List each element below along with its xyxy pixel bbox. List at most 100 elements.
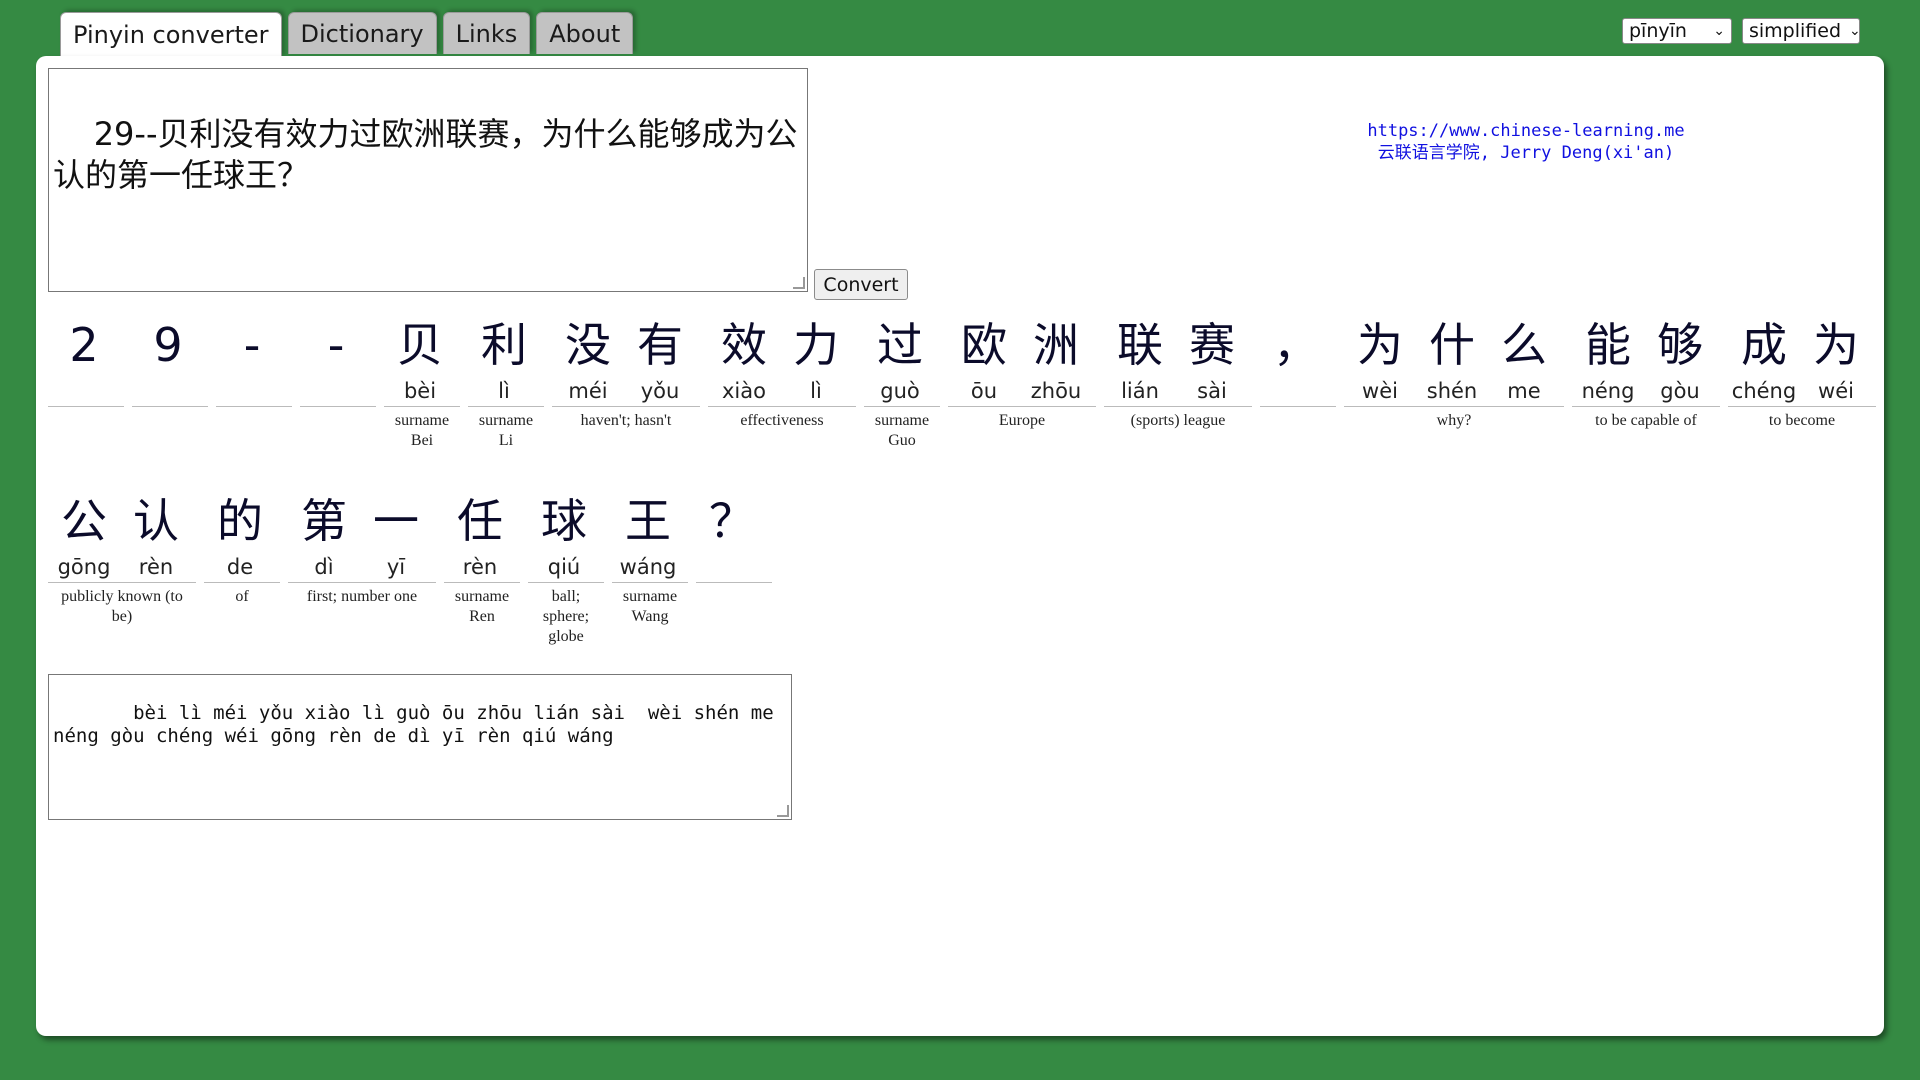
char-cell: 洲 zhōu — [1020, 314, 1092, 406]
pinyin: chéng — [1731, 379, 1797, 403]
word-characters: 能 néng 够 gòu — [1572, 314, 1720, 407]
word-group: 球 qiú ball; sphere; globe — [528, 490, 604, 647]
definition — [696, 583, 772, 587]
hanzi[interactable]: 公 — [61, 490, 107, 552]
word-group: 成 chéng 为 wéi to become — [1728, 314, 1876, 451]
word-group: 9 — [132, 314, 208, 451]
word-group: 效 xiào 力 lì effectiveness — [708, 314, 856, 451]
word-group: 过 guò surname Guo — [864, 314, 940, 451]
word-characters: 第 dì 一 yī — [288, 490, 436, 583]
tab-links[interactable]: Links — [442, 12, 531, 54]
script-select[interactable]: simplified ⌄ — [1742, 18, 1861, 44]
hanzi[interactable]: 为 — [1357, 314, 1403, 376]
chinese-input[interactable]: 29--贝利没有效力过欧洲联赛，为什么能够成为公认的第一任球王？ — [48, 68, 808, 292]
options-bar: pīnyīn ⌄ simplified ⌄ — [1622, 18, 1861, 44]
credit-author: 云联语言学院, Jerry Deng(xi'an) — [1377, 143, 1675, 163]
definition — [1260, 407, 1336, 411]
word-group: 第 dì 一 yī first; number one — [288, 490, 436, 647]
word-characters: 成 chéng 为 wéi — [1728, 314, 1876, 407]
hanzi[interactable]: 认 — [133, 490, 179, 552]
char-cell: 球 qiú — [528, 490, 600, 582]
word-group: - — [300, 314, 376, 451]
definition: of — [235, 588, 249, 605]
char-cell: 任 rèn — [444, 490, 516, 582]
hanzi[interactable]: 效 — [721, 314, 767, 376]
word-group: 2 — [48, 314, 124, 451]
pinyin: xiào — [722, 379, 766, 403]
resize-handle[interactable] — [777, 805, 789, 817]
hanzi[interactable]: - — [244, 314, 261, 376]
resize-handle[interactable] — [793, 277, 805, 289]
word-characters: 联 lián 赛 sài — [1104, 314, 1252, 407]
definition — [216, 407, 292, 411]
word-group: 没 méi 有 yǒu haven't; hasn't — [552, 314, 700, 451]
pinyin-output[interactable]: bèi lì méi yǒu xiào lì guò ōu zhōu lián … — [48, 674, 792, 820]
tab-bar: Pinyin converter Dictionary Links About — [60, 12, 634, 57]
char-cell: ？ — [696, 490, 768, 582]
word-group: 王 wáng surname Wang — [612, 490, 688, 647]
pinyin: yǒu — [640, 379, 680, 403]
main-panel: 29--贝利没有效力过欧洲联赛，为什么能够成为公认的第一任球王？ Convert… — [36, 56, 1884, 1036]
definition: Europe — [998, 412, 1046, 429]
word-characters: 2 — [48, 314, 124, 407]
hanzi[interactable]: 成 — [1741, 314, 1787, 376]
pinyin: ōu — [970, 379, 998, 403]
char-cell: 够 gòu — [1644, 314, 1716, 406]
word-characters: 公 gōng 认 rèn — [48, 490, 196, 583]
tab-about[interactable]: About — [536, 12, 634, 54]
hanzi[interactable]: 洲 — [1033, 314, 1079, 376]
hanzi[interactable]: 什 — [1429, 314, 1475, 376]
convert-button[interactable]: Convert — [814, 269, 908, 300]
char-cell: 没 méi — [552, 314, 624, 406]
hanzi[interactable]: 联 — [1117, 314, 1163, 376]
hanzi[interactable]: 能 — [1585, 314, 1631, 376]
output-text: bèi lì méi yǒu xiào lì guò ōu zhōu lián … — [53, 702, 786, 747]
hanzi[interactable]: 贝 — [397, 314, 443, 376]
hanzi[interactable]: 有 — [637, 314, 683, 376]
hanzi[interactable]: 为 — [1813, 314, 1859, 376]
tab-dictionary[interactable]: Dictionary — [287, 12, 437, 54]
pinyin: me — [1507, 379, 1541, 403]
annotation-row: 公 gōng 认 rèn publicly known (to be) 的 de of 第 dì 一… — [48, 490, 780, 647]
char-cell: 为 wèi — [1344, 314, 1416, 406]
hanzi[interactable]: 9 — [153, 314, 182, 376]
site-link[interactable]: https://www.chinese-learning.me — [1367, 121, 1684, 141]
tone-mode-select[interactable]: pīnyīn ⌄ — [1622, 18, 1732, 44]
word-characters: 球 qiú — [528, 490, 604, 583]
hanzi[interactable]: ？ — [709, 490, 755, 552]
hanzi[interactable]: - — [328, 314, 345, 376]
word-characters: 9 — [132, 314, 208, 407]
char-cell: 2 — [48, 314, 120, 406]
hanzi[interactable]: 2 — [69, 314, 98, 376]
hanzi[interactable]: 赛 — [1189, 314, 1235, 376]
word-characters: 贝 bèi — [384, 314, 460, 407]
char-cell: 成 chéng — [1728, 314, 1800, 406]
word-group: 利 lì surname Li — [468, 314, 544, 451]
pinyin: rèn — [462, 555, 498, 579]
hanzi[interactable]: 王 — [625, 490, 671, 552]
char-cell: - — [300, 314, 372, 406]
hanzi[interactable]: 利 — [481, 314, 527, 376]
definition: effectiveness — [740, 412, 824, 429]
hanzi[interactable]: 第 — [301, 490, 347, 552]
char-cell: 力 lì — [780, 314, 852, 406]
pinyin: lì — [498, 379, 510, 403]
hanzi[interactable]: 过 — [877, 314, 923, 376]
char-cell: - — [216, 314, 288, 406]
hanzi[interactable]: 任 — [457, 490, 503, 552]
hanzi[interactable]: 够 — [1657, 314, 1703, 376]
hanzi[interactable]: 没 — [565, 314, 611, 376]
char-cell: 公 gōng — [48, 490, 120, 582]
hanzi[interactable]: ， — [1273, 314, 1319, 376]
hanzi[interactable]: 欧 — [961, 314, 1007, 376]
char-cell: 第 dì — [288, 490, 360, 582]
char-cell: 有 yǒu — [624, 314, 696, 406]
hanzi[interactable]: 球 — [541, 490, 587, 552]
word-characters: 没 méi 有 yǒu — [552, 314, 700, 407]
pinyin: lián — [1121, 379, 1159, 403]
tab-pinyin-converter[interactable]: Pinyin converter — [60, 12, 282, 57]
hanzi[interactable]: 的 — [217, 490, 263, 552]
hanzi[interactable]: 一 — [373, 490, 419, 552]
hanzi[interactable]: 力 — [793, 314, 839, 376]
hanzi[interactable]: 么 — [1501, 314, 1547, 376]
